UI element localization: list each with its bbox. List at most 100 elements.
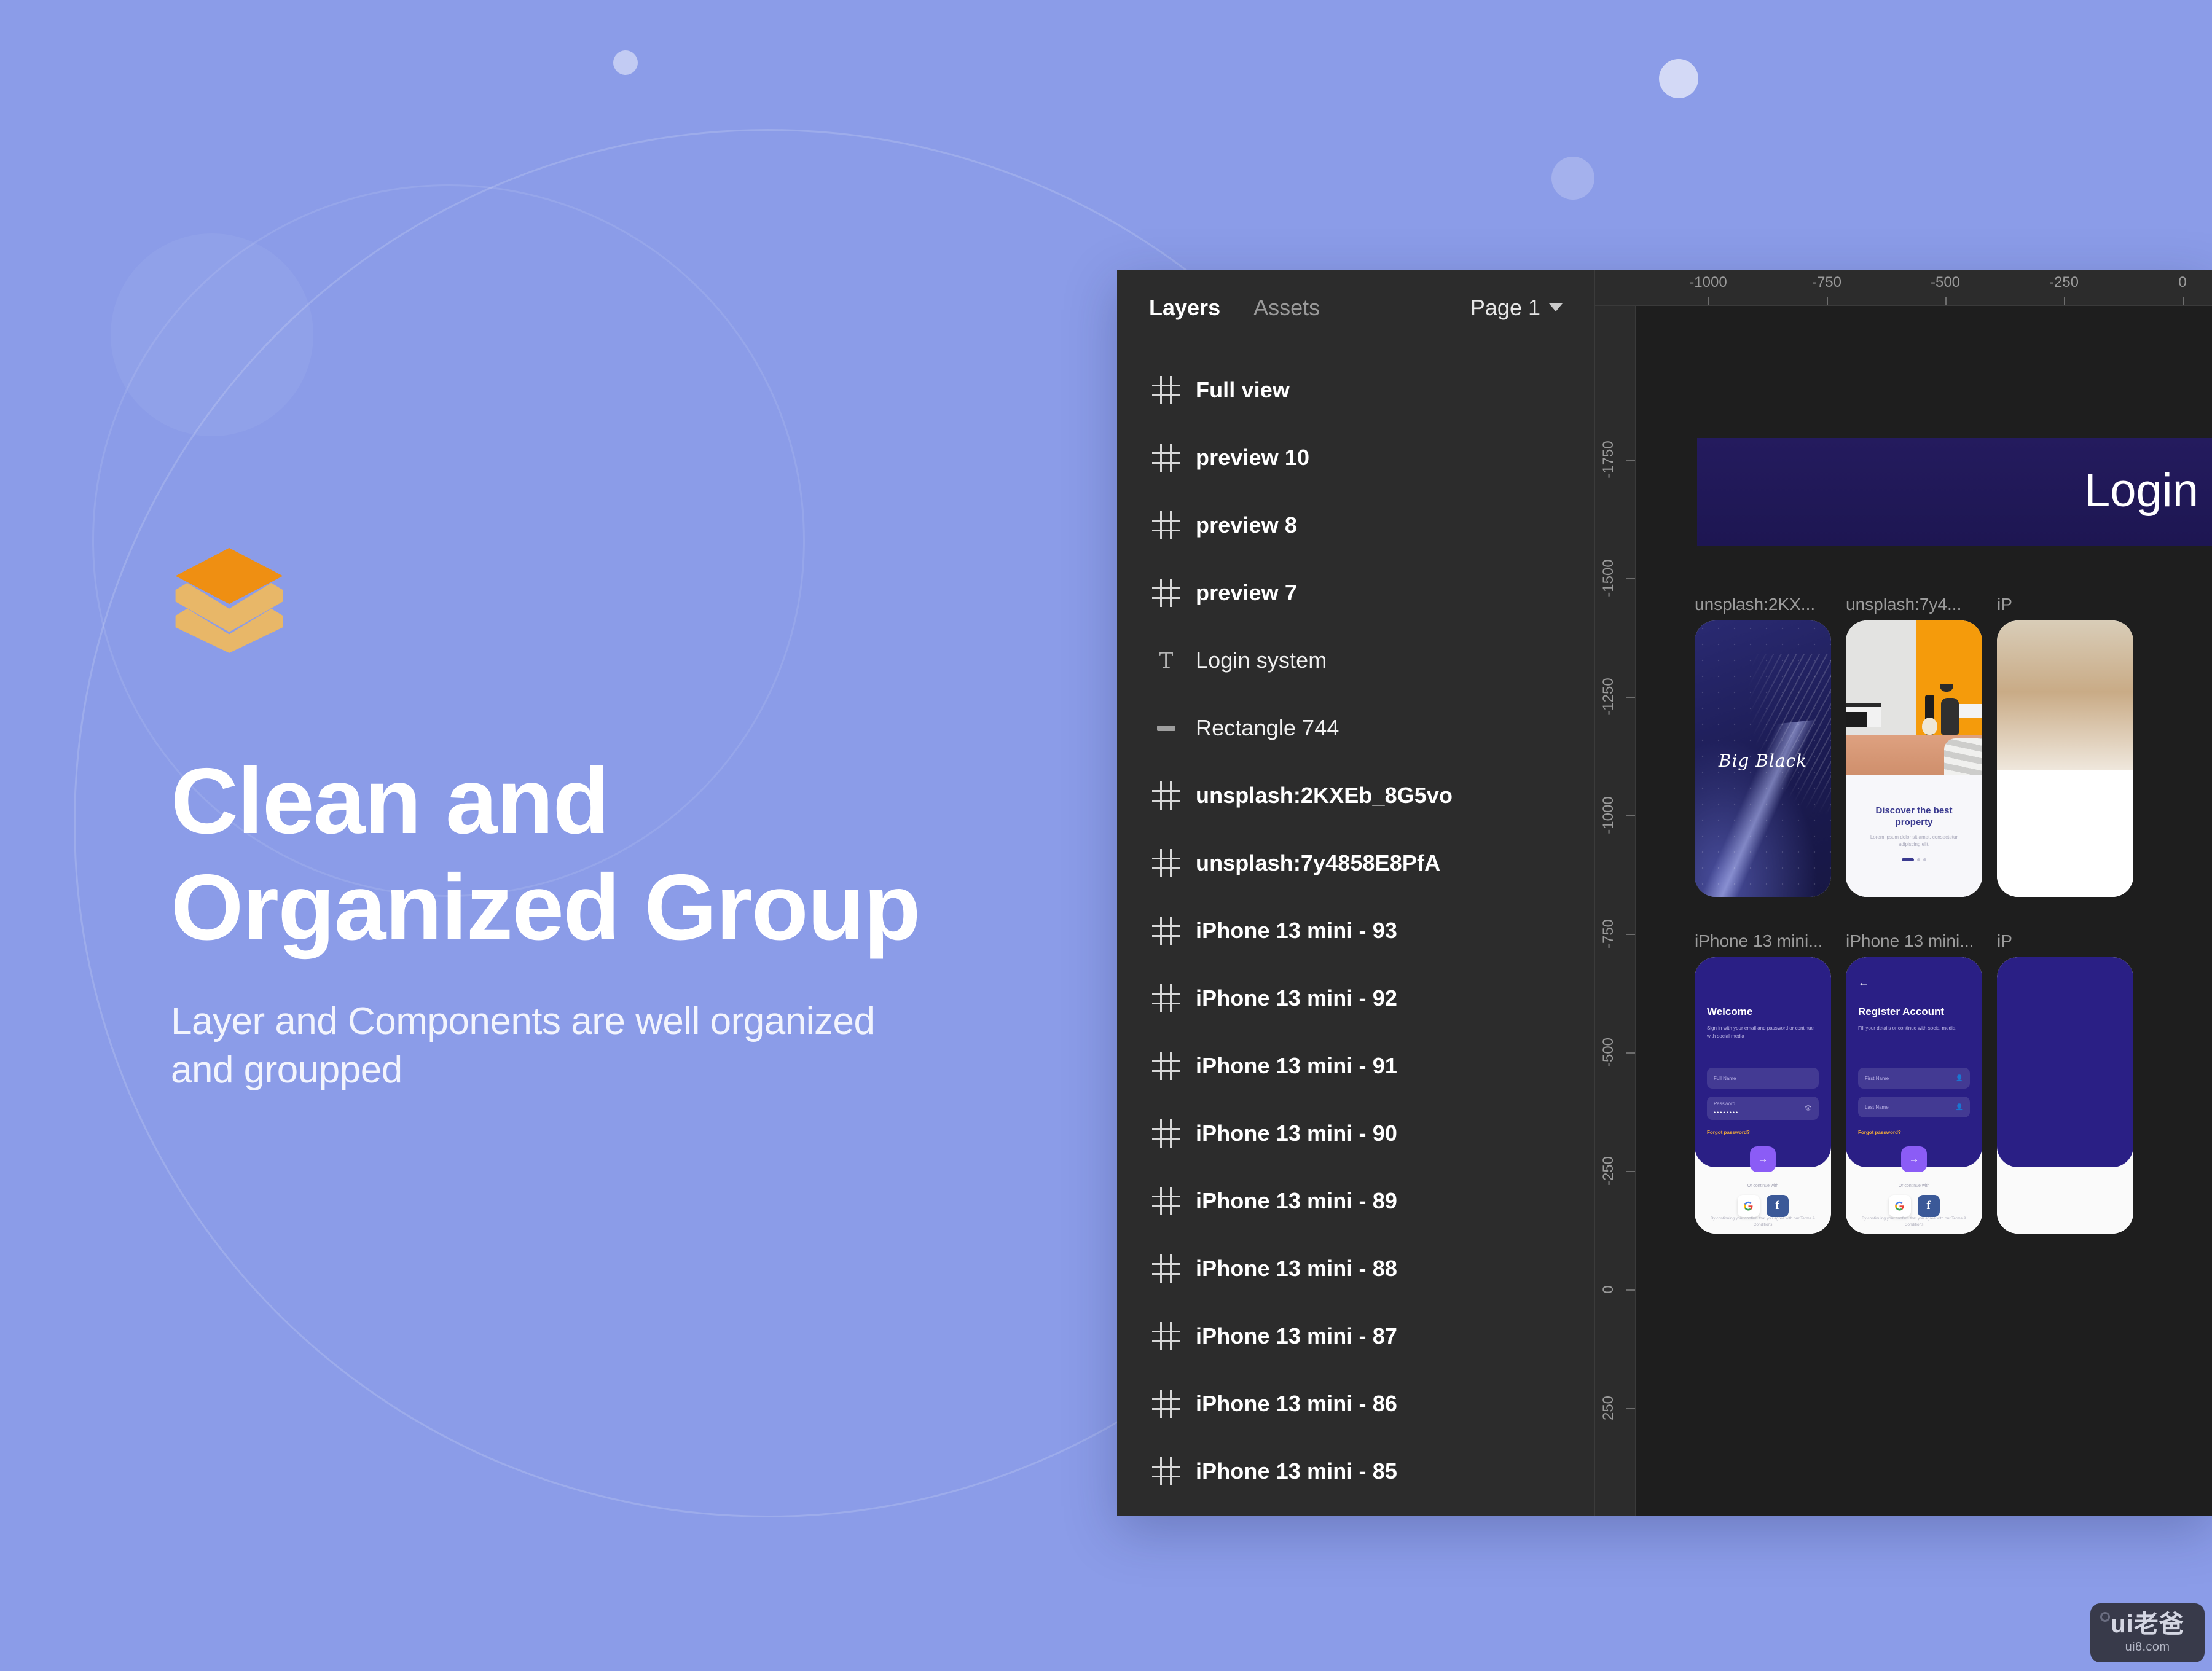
frame-icon (1150, 1050, 1182, 1082)
layers-panel: Layers Assets Page 1 Full view preview 10… (1117, 270, 1595, 1516)
layer-row[interactable]: iPhone 13 mini - 90 (1117, 1100, 1594, 1167)
figma-canvas[interactable]: Login system unsplash:2KX... unsplash:7y… (1636, 306, 2212, 1516)
frame-label-register[interactable]: iPhone 13 mini... (1846, 931, 1982, 951)
ruler-v-tick: -500 (1600, 1037, 1617, 1068)
ruler-v-mark (1626, 578, 1635, 579)
ruler-h-tick: 0 (2178, 274, 2187, 291)
frame-label-auth-partial[interactable]: iP (1997, 931, 2071, 951)
watermark-title: ui老爸 (2111, 1610, 2184, 1638)
layer-row[interactable]: unsplash:2KXEb_8G5vo (1117, 762, 1594, 829)
layer-list[interactable]: Full view preview 10 preview 8 preview 7 T Lo… (1117, 345, 1594, 1505)
pagination-dot-active[interactable] (1902, 858, 1914, 862)
layer-row[interactable]: iPhone 13 mini - 89 (1117, 1167, 1594, 1235)
layer-name: iPhone 13 mini - 88 (1196, 1256, 1397, 1281)
register-submit-button[interactable]: → (1901, 1146, 1927, 1173)
layer-row[interactable]: iPhone 13 mini - 85 (1117, 1438, 1594, 1505)
page-selector[interactable]: Page 1 (1470, 295, 1563, 321)
layer-name: iPhone 13 mini - 91 (1196, 1053, 1397, 1078)
layer-row[interactable]: Rectangle 744 (1117, 694, 1594, 762)
frame-label-welcome[interactable]: iPhone 13 mini... (1695, 931, 1831, 951)
layer-row[interactable]: iPhone 13 mini - 92 (1117, 965, 1594, 1032)
register-divider-label: Or continue with (1898, 1184, 1930, 1188)
layer-row[interactable]: Full view (1117, 356, 1594, 424)
arrow-left-icon[interactable]: ← (1858, 977, 1869, 988)
layer-row[interactable]: iPhone 13 mini - 88 (1117, 1235, 1594, 1302)
mockup-register[interactable]: ← Register Account Fill your details or … (1846, 957, 1982, 1234)
facebook-icon[interactable]: f (1917, 1195, 1940, 1217)
property-content: Discover the best property Lorem ipsum d… (1846, 775, 1982, 897)
welcome-forgot-link[interactable]: Forgot password? (1707, 1130, 1750, 1135)
register-firstname-field[interactable]: First Name 👤 (1857, 1068, 1971, 1089)
layer-row[interactable]: preview 8 (1117, 491, 1594, 559)
layer-row[interactable]: unsplash:7y4858E8PfA (1117, 829, 1594, 897)
ruler-v-tick: 250 (1600, 1395, 1617, 1421)
register-subtitle: Fill your details or continue with socia… (1857, 1025, 1956, 1031)
ruler-v-mark (1626, 1289, 1635, 1291)
layer-name: iPhone 13 mini - 89 (1196, 1188, 1397, 1213)
ruler-v-mark (1626, 1052, 1635, 1054)
layer-row[interactable]: iPhone 13 mini - 91 (1117, 1032, 1594, 1100)
mockup-property[interactable]: Discover the best property Lorem ipsum d… (1846, 620, 1982, 897)
frame-icon (1150, 374, 1182, 406)
google-icon[interactable] (1888, 1195, 1911, 1217)
frame-icon (1150, 1388, 1182, 1420)
welcome-password-field[interactable]: Password •••••••• 👁 (1706, 1097, 1819, 1121)
mockup-auth-partial[interactable] (1997, 957, 2133, 1234)
person-icon: 👤 (1955, 1074, 1964, 1082)
canvas-frame-login-system[interactable]: Login system (1697, 438, 2212, 546)
ruler-h-tick: -1000 (1689, 274, 1727, 291)
decorative-circle-2 (1659, 59, 1698, 98)
ruler-v-tick: -1000 (1600, 796, 1617, 834)
ruler-v-tick: -250 (1600, 1156, 1617, 1186)
frame-label-splash[interactable]: unsplash:2KX... (1695, 595, 1830, 614)
register-forgot-link[interactable]: Forgot password? (1858, 1130, 1901, 1135)
layer-row[interactable]: preview 10 (1117, 424, 1594, 491)
ruler-v-mark (1626, 1408, 1635, 1409)
mockup-splash[interactable]: Big Black (1695, 620, 1831, 897)
register-social-buttons[interactable]: f (1846, 1195, 1982, 1217)
layer-row[interactable]: iPhone 13 mini - 93 (1117, 897, 1594, 965)
mockup-property-partial[interactable] (1997, 620, 2133, 897)
google-icon[interactable] (1737, 1195, 1760, 1217)
layer-name: Login system (1196, 648, 1327, 673)
layer-row[interactable]: preview 7 (1117, 559, 1594, 627)
frame-label-property-partial[interactable]: iP (1997, 595, 2071, 614)
ruler-v-mark (1626, 697, 1635, 698)
facebook-icon[interactable]: f (1766, 1195, 1789, 1217)
tab-layers[interactable]: Layers (1149, 295, 1220, 321)
frame-icon (1150, 1117, 1182, 1149)
frame-label-property[interactable]: unsplash:7y4... (1846, 595, 1981, 614)
layer-row[interactable]: iPhone 13 mini - 86 (1117, 1370, 1594, 1438)
welcome-social-buttons[interactable]: f (1695, 1195, 1831, 1217)
welcome-submit-button[interactable]: → (1750, 1146, 1776, 1173)
page-subtitle: Layer and Components are well organized … (171, 1000, 875, 1091)
rectangle-icon (1150, 712, 1182, 744)
login-system-title: Login system (2084, 464, 2212, 517)
ruler-h-tick: -500 (1930, 274, 1961, 291)
eye-off-icon[interactable]: 👁 (1804, 1105, 1812, 1112)
pagination-dots[interactable] (1846, 858, 1982, 862)
layer-row[interactable]: T Login system (1117, 627, 1594, 694)
welcome-fullname-field[interactable]: Full Name (1706, 1068, 1819, 1089)
layer-name: iPhone 13 mini - 86 (1196, 1391, 1397, 1416)
welcome-password-label: Password (1713, 1101, 1736, 1107)
ruler-v-tick: -750 (1600, 918, 1617, 949)
frame-icon (1150, 442, 1182, 474)
welcome-upper-sheet (1695, 957, 1831, 1167)
layer-row[interactable]: iPhone 13 mini - 87 (1117, 1302, 1594, 1370)
pagination-dot[interactable] (1923, 858, 1926, 862)
register-legal-text: By continuing your confirm that you agre… (1861, 1216, 1967, 1227)
pagination-dot[interactable] (1917, 858, 1920, 862)
auth-partial-upper (1997, 957, 2133, 1167)
photo-side-table (1846, 702, 1881, 727)
layer-name: Full view (1196, 377, 1290, 402)
decorative-circle-1 (613, 50, 638, 75)
register-lastname-field[interactable]: Last Name 👤 (1857, 1097, 1971, 1118)
ruler-v-mark (1626, 934, 1635, 935)
mockup-welcome[interactable]: Welcome Sign in with your email and pass… (1695, 957, 1831, 1234)
tab-assets[interactable]: Assets (1253, 295, 1320, 321)
ruler-v-mark (1626, 815, 1635, 816)
register-lastname-label: Last Name (1864, 1104, 1889, 1110)
frame-icon (1150, 982, 1182, 1014)
watermark-dot-icon (2100, 1612, 2110, 1622)
